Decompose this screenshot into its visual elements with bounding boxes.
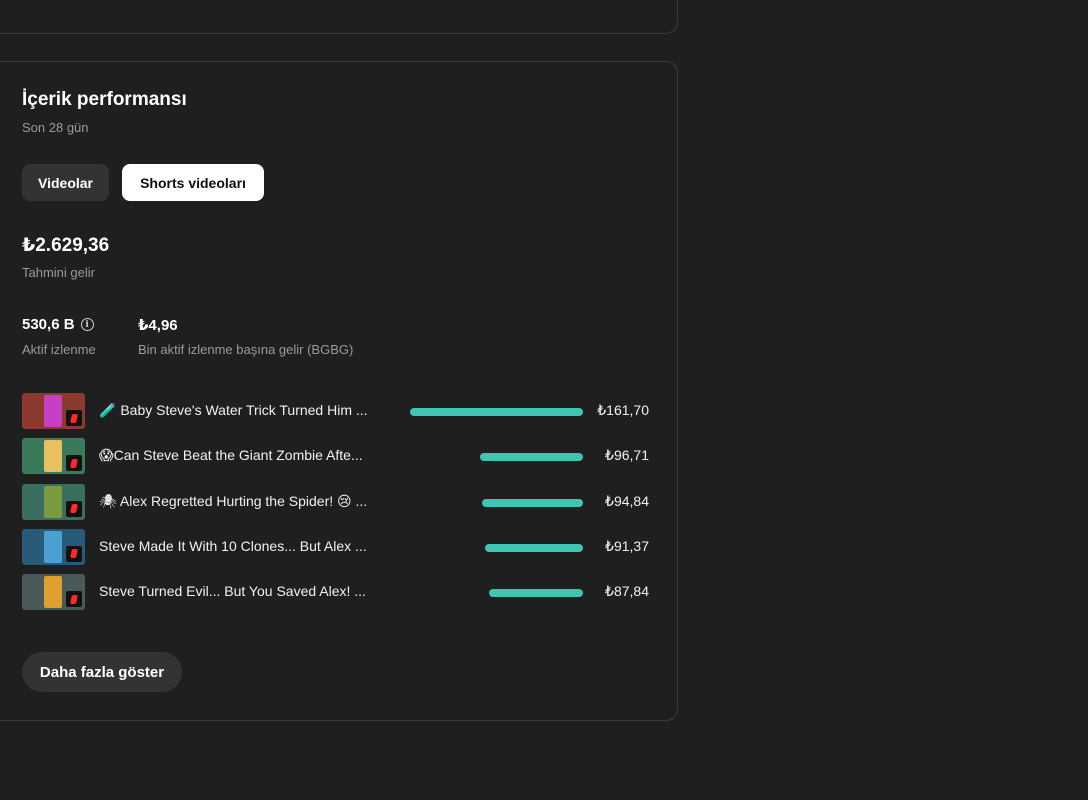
content-performance-card [0,61,678,721]
video-title[interactable]: 🕷 Alex Regretted Hurting the Spider! 😢 .… [99,493,379,510]
video-title[interactable]: 😱Can Steve Beat the Giant Zombie Afte... [99,447,379,464]
video-row[interactable]: Steve Made It With 10 Clones... But Alex… [22,528,649,565]
previous-card [0,0,678,34]
show-more-button[interactable]: Daha fazla göster [22,652,182,692]
revenue-bar [482,498,583,507]
estimated-revenue-label: Tahmini gelir [22,265,95,280]
video-title[interactable]: Steve Made It With 10 Clones... But Alex… [99,538,379,554]
video-revenue-value: ₺87,84 [605,583,649,599]
video-title[interactable]: Steve Turned Evil... But You Saved Alex!… [99,583,379,599]
video-title[interactable]: 🧪 Baby Steve's Water Trick Turned Him ..… [99,402,379,419]
card-title: İçerik performansı [22,89,187,110]
video-thumbnail[interactable] [22,483,85,520]
revenue-bar [410,408,583,416]
video-thumbnail[interactable] [22,528,85,565]
video-thumbnail[interactable] [22,574,85,610]
shorts-icon [66,410,82,426]
estimated-revenue-value: ₺2.629,36 [22,235,110,256]
video-revenue-value: ₺161,70 [597,402,649,418]
tab-videos[interactable]: Videolar [22,164,109,201]
shorts-icon [66,545,82,562]
revenue-bar [489,589,583,597]
revenue-bar [485,543,583,552]
thumbnail-figure [44,485,62,518]
rpm-value: ₺4,96 [138,317,178,334]
video-thumbnail[interactable] [22,438,85,475]
info-icon[interactable]: i [80,318,94,331]
card-subtitle: Son 28 gün [22,120,89,135]
thumbnail-figure [44,530,62,563]
thumbnail-figure [44,576,62,608]
engaged-views-label: Aktif izlenme [22,342,96,357]
video-revenue-value: ₺94,84 [605,492,649,509]
video-row[interactable]: Steve Turned Evil... But You Saved Alex!… [22,574,649,610]
video-revenue-value: ₺91,37 [605,537,649,554]
video-row[interactable]: 😱Can Steve Beat the Giant Zombie Afte...… [22,438,649,475]
video-row[interactable]: 🕷 Alex Regretted Hurting the Spider! 😢 .… [22,483,649,520]
video-revenue-value: ₺96,71 [605,447,649,464]
thumbnail-figure [44,440,62,473]
rpm-label: Bin aktif izlenme başına gelir (BGBG) [138,342,354,357]
revenue-bar [480,453,583,462]
shorts-icon [66,500,82,517]
engaged-views-value: 530,6 B [22,316,75,333]
engaged-views-metric: 530,6 B i [22,316,94,333]
video-thumbnail[interactable] [22,393,85,429]
shorts-icon [66,455,82,472]
shorts-icon [66,591,82,607]
thumbnail-figure [44,395,62,427]
video-row[interactable]: 🧪 Baby Steve's Water Trick Turned Him ..… [22,393,649,429]
tab-shorts[interactable]: Shorts videoları [122,164,264,201]
